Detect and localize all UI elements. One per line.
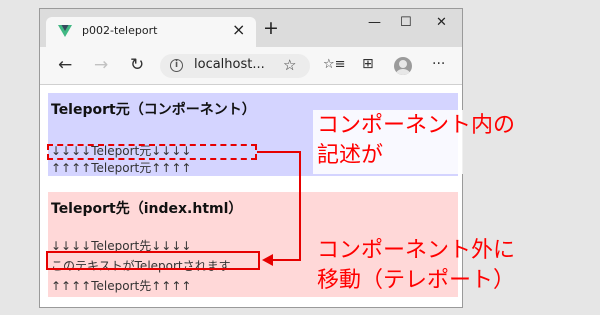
favorites-list-icon[interactable]: ☆≡: [323, 57, 346, 72]
new-tab-button[interactable]: +: [263, 17, 279, 39]
close-window-button[interactable]: ✕: [436, 15, 447, 30]
index-heading: Teleport先（index.html）: [51, 201, 243, 217]
forward-button[interactable]: →: [94, 55, 108, 75]
back-button[interactable]: ←: [58, 55, 72, 75]
source-highlight-box: [47, 144, 257, 160]
tab-close-icon[interactable]: ×: [232, 20, 245, 39]
bottom-callout-line2: 移動（テレポート）: [317, 268, 516, 293]
title-bar: p002-teleport × + — ☐ ✕: [40, 9, 462, 47]
browser-toolbar: ← → ↻ i localhost... ☆ ☆≡ ⊞ ···: [40, 47, 462, 85]
top-callout-line2: 記述が: [317, 143, 384, 168]
top-callout-line1: コンポーネント内の: [317, 113, 516, 138]
more-menu-button[interactable]: ···: [432, 56, 445, 72]
reload-button[interactable]: ↻: [130, 55, 144, 75]
index-end-marker: ↑↑↑↑Teleport先↑↑↑↑: [51, 279, 192, 293]
browser-tab[interactable]: p002-teleport ×: [46, 17, 256, 47]
url-text: localhost...: [194, 57, 265, 72]
component-end-marker: ↑↑↑↑Teleport元↑↑↑↑: [51, 161, 192, 175]
target-highlight-box: [46, 251, 260, 270]
minimize-button[interactable]: —: [368, 15, 381, 30]
vue-logo-icon: [58, 25, 72, 37]
maximize-button[interactable]: ☐: [400, 15, 412, 30]
favorite-star-icon[interactable]: ☆: [283, 56, 296, 74]
profile-avatar[interactable]: [394, 57, 412, 75]
bottom-callout-line1: コンポーネント外に: [317, 238, 516, 263]
collections-icon[interactable]: ⊞: [362, 56, 374, 72]
info-icon[interactable]: i: [170, 59, 183, 72]
tab-title: p002-teleport: [82, 24, 158, 37]
component-heading: Teleport元（コンポーネント）: [51, 102, 256, 118]
